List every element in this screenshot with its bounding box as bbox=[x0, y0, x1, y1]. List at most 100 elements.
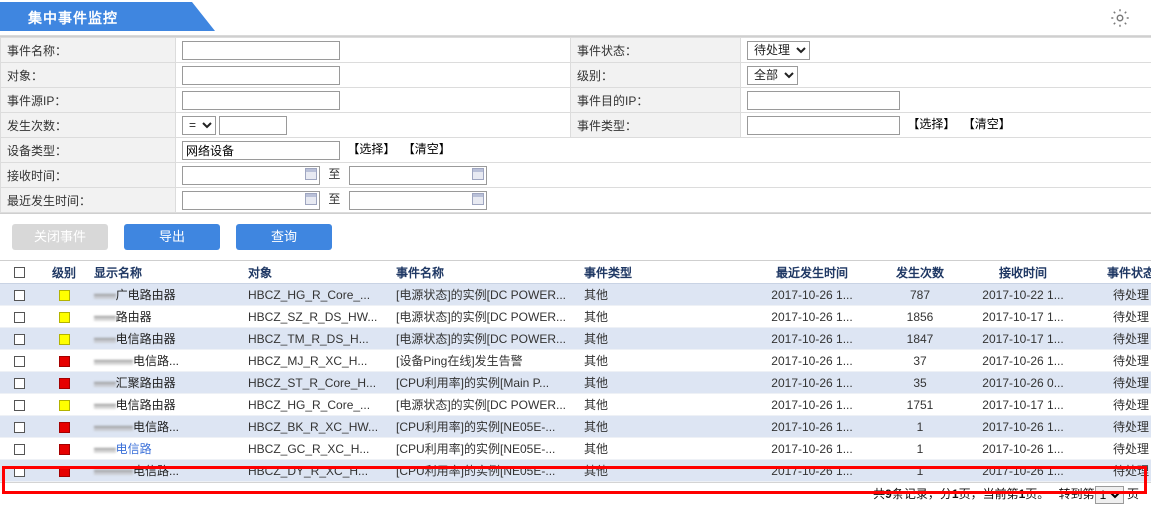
display-name-value: 电信路... bbox=[94, 462, 179, 479]
row-occur-count-cell: 1847 bbox=[876, 327, 964, 350]
table-row[interactable]: 电信路由器 HBCZ_HG_R_Core_... [电源状态]的实例[DC POWE… bbox=[0, 393, 1151, 416]
row-checkbox-cell[interactable] bbox=[0, 459, 38, 482]
row-event-name-cell: [CPU利用率]的实例[NE05E-... bbox=[392, 415, 580, 438]
recv-time-to-input[interactable] bbox=[348, 165, 487, 185]
row-level-cell bbox=[38, 437, 90, 460]
object-cell bbox=[175, 62, 571, 88]
object-input[interactable] bbox=[182, 65, 340, 85]
header-object[interactable]: 对象 bbox=[244, 261, 392, 284]
table-row[interactable]: 电信路 HBCZ_GC_R_XC_H... [CPU利用率]的实例[NE05E-..… bbox=[0, 437, 1151, 460]
row-checkbox-cell[interactable] bbox=[0, 305, 38, 328]
form-row-last-time: 最近发生时间： 至 bbox=[0, 187, 1151, 213]
row-recv-time-cell: 2017-10-26 1... bbox=[964, 349, 1082, 372]
last-time-to-input[interactable] bbox=[348, 190, 487, 210]
row-display-name-cell[interactable]: 电信路 bbox=[90, 437, 244, 460]
gear-icon[interactable] bbox=[1109, 7, 1131, 29]
header-event-name[interactable]: 事件名称 bbox=[392, 261, 580, 284]
event-name-input[interactable] bbox=[182, 40, 340, 60]
event-status-select[interactable]: 待处理 bbox=[747, 40, 810, 60]
row-last-occur-time-cell: 2017-10-26 1... bbox=[748, 283, 876, 306]
table-row[interactable]: 广电路由器 HBCZ_HG_R_Core_... [电源状态]的实例[DC POWE… bbox=[0, 283, 1151, 306]
row-display-name-cell[interactable]: 电信路... bbox=[90, 415, 244, 438]
table-row[interactable]: 电信路... HBCZ_MJ_R_XC_H... [设备Ping在线]发生告警 其他 2… bbox=[0, 349, 1151, 372]
row-checkbox-cell[interactable] bbox=[0, 327, 38, 350]
row-checkbox-cell[interactable] bbox=[0, 415, 38, 438]
page-unit: 页 bbox=[1126, 487, 1139, 501]
display-name-value: 广电路由器 bbox=[94, 286, 176, 303]
row-checkbox[interactable] bbox=[13, 355, 25, 367]
form-row-device-type: 设备类型： 【选择】 【清空】 bbox=[0, 137, 1151, 163]
page-select[interactable]: 1 bbox=[1094, 485, 1124, 504]
action-toolbar: 关闭事件 导出 查询 bbox=[0, 214, 1151, 261]
row-level-cell bbox=[38, 393, 90, 416]
row-display-name-cell[interactable]: 汇聚路由器 bbox=[90, 371, 244, 394]
footer-text-2: 条记录，分 bbox=[891, 487, 952, 501]
row-checkbox[interactable] bbox=[13, 333, 25, 345]
device-type-clear-link[interactable]: 【清空】 bbox=[403, 142, 451, 156]
row-display-name-cell[interactable]: 电信路由器 bbox=[90, 393, 244, 416]
row-checkbox[interactable] bbox=[13, 311, 25, 323]
row-checkbox[interactable] bbox=[13, 443, 25, 455]
row-last-occur-time-cell: 2017-10-26 1... bbox=[748, 305, 876, 328]
event-type-clear-link[interactable]: 【清空】 bbox=[963, 117, 1011, 131]
table-row[interactable]: 路由器 HBCZ_SZ_R_DS_HW... [电源状态]的实例[DC POWER.… bbox=[0, 305, 1151, 328]
row-checkbox-cell[interactable] bbox=[0, 371, 38, 394]
row-checkbox[interactable] bbox=[13, 289, 25, 301]
row-occur-count-cell: 37 bbox=[876, 349, 964, 372]
recv-time-from-input[interactable] bbox=[182, 165, 320, 185]
row-checkbox[interactable] bbox=[13, 377, 25, 389]
row-checkbox-cell[interactable] bbox=[0, 437, 38, 460]
header-event-type[interactable]: 事件类型 bbox=[580, 261, 748, 284]
row-display-name-cell[interactable]: 路由器 bbox=[90, 305, 244, 328]
row-checkbox-cell[interactable] bbox=[0, 283, 38, 306]
header-recv-time[interactable]: 接收时间 bbox=[964, 261, 1082, 284]
dest-ip-input[interactable] bbox=[747, 90, 900, 110]
calendar-icon[interactable] bbox=[471, 167, 484, 180]
level-select[interactable]: 全部 bbox=[747, 65, 798, 85]
event-type-input[interactable] bbox=[747, 115, 900, 135]
query-button[interactable]: 查询 bbox=[236, 224, 332, 250]
row-checkbox[interactable] bbox=[13, 421, 25, 433]
row-checkbox[interactable] bbox=[13, 399, 25, 411]
table-row[interactable]: 电信路由器 HBCZ_TM_R_DS_H... [电源状态]的实例[DC POWER… bbox=[0, 327, 1151, 350]
row-event-type-cell: 其他 bbox=[580, 415, 748, 438]
header-display-name[interactable]: 显示名称 bbox=[90, 261, 244, 284]
row-display-name-cell[interactable]: 电信路... bbox=[90, 459, 244, 482]
row-display-name-cell[interactable]: 广电路由器 bbox=[90, 283, 244, 306]
event-type-select-link[interactable]: 【选择】 bbox=[907, 117, 955, 131]
calendar-icon[interactable] bbox=[305, 167, 317, 180]
occur-count-input[interactable] bbox=[219, 115, 288, 135]
source-ip-input[interactable] bbox=[182, 90, 340, 110]
close-event-button[interactable]: 关闭事件 bbox=[12, 224, 108, 250]
row-event-status-cell: 待处理 bbox=[1082, 327, 1151, 350]
device-type-select-link[interactable]: 【选择】 bbox=[347, 142, 395, 156]
row-display-name-cell[interactable]: 电信路... bbox=[90, 349, 244, 372]
header-level[interactable]: 级别 bbox=[38, 261, 90, 284]
header-last-occur-time[interactable]: 最近发生时间 bbox=[748, 261, 876, 284]
occur-count-operator-select[interactable]: = bbox=[182, 115, 216, 135]
row-object-cell: HBCZ_SZ_R_DS_HW... bbox=[244, 305, 392, 328]
page-title: 集中事件监控 bbox=[28, 10, 118, 26]
row-display-name-cell[interactable]: 电信路由器 bbox=[90, 327, 244, 350]
calendar-icon[interactable] bbox=[471, 192, 484, 205]
select-all-checkbox[interactable] bbox=[13, 267, 25, 279]
row-checkbox-cell[interactable] bbox=[0, 393, 38, 416]
table-row[interactable]: 电信路... HBCZ_BK_R_XC_HW... [CPU利用率]的实例[NE05… bbox=[0, 415, 1151, 438]
header-occur-count[interactable]: 发生次数 bbox=[876, 261, 964, 284]
row-checkbox[interactable] bbox=[13, 465, 25, 477]
device-type-label: 设备类型： bbox=[0, 137, 176, 163]
row-event-type-cell: 其他 bbox=[580, 349, 748, 372]
row-occur-count-cell: 1 bbox=[876, 437, 964, 460]
recv-time-from-wrap bbox=[182, 165, 320, 185]
header-event-status[interactable]: 事件状态 bbox=[1082, 261, 1151, 284]
calendar-icon[interactable] bbox=[305, 192, 317, 205]
last-time-from-input[interactable] bbox=[182, 190, 320, 210]
query-form: 事件名称： 事件状态： 待处理 对象： 级别： 全部 事件源IP： 事件目的IP… bbox=[0, 36, 1151, 214]
device-type-input[interactable] bbox=[182, 140, 340, 160]
event-monitor-page: 集中事件监控 事件名称： 事件状态： 待处理 对象： 级别： 全部 事件源IP：… bbox=[0, 0, 1151, 520]
row-checkbox-cell[interactable] bbox=[0, 349, 38, 372]
table-row[interactable]: 电信路... HBCZ_DY_R_XC_H... [CPU利用率]的实例[NE05E… bbox=[0, 459, 1151, 482]
footer-text-3: 页，当前第 bbox=[958, 487, 1019, 501]
table-row[interactable]: 汇聚路由器 HBCZ_ST_R_Core_H... [CPU利用率]的实例[Main… bbox=[0, 371, 1151, 394]
export-button[interactable]: 导出 bbox=[124, 224, 220, 250]
